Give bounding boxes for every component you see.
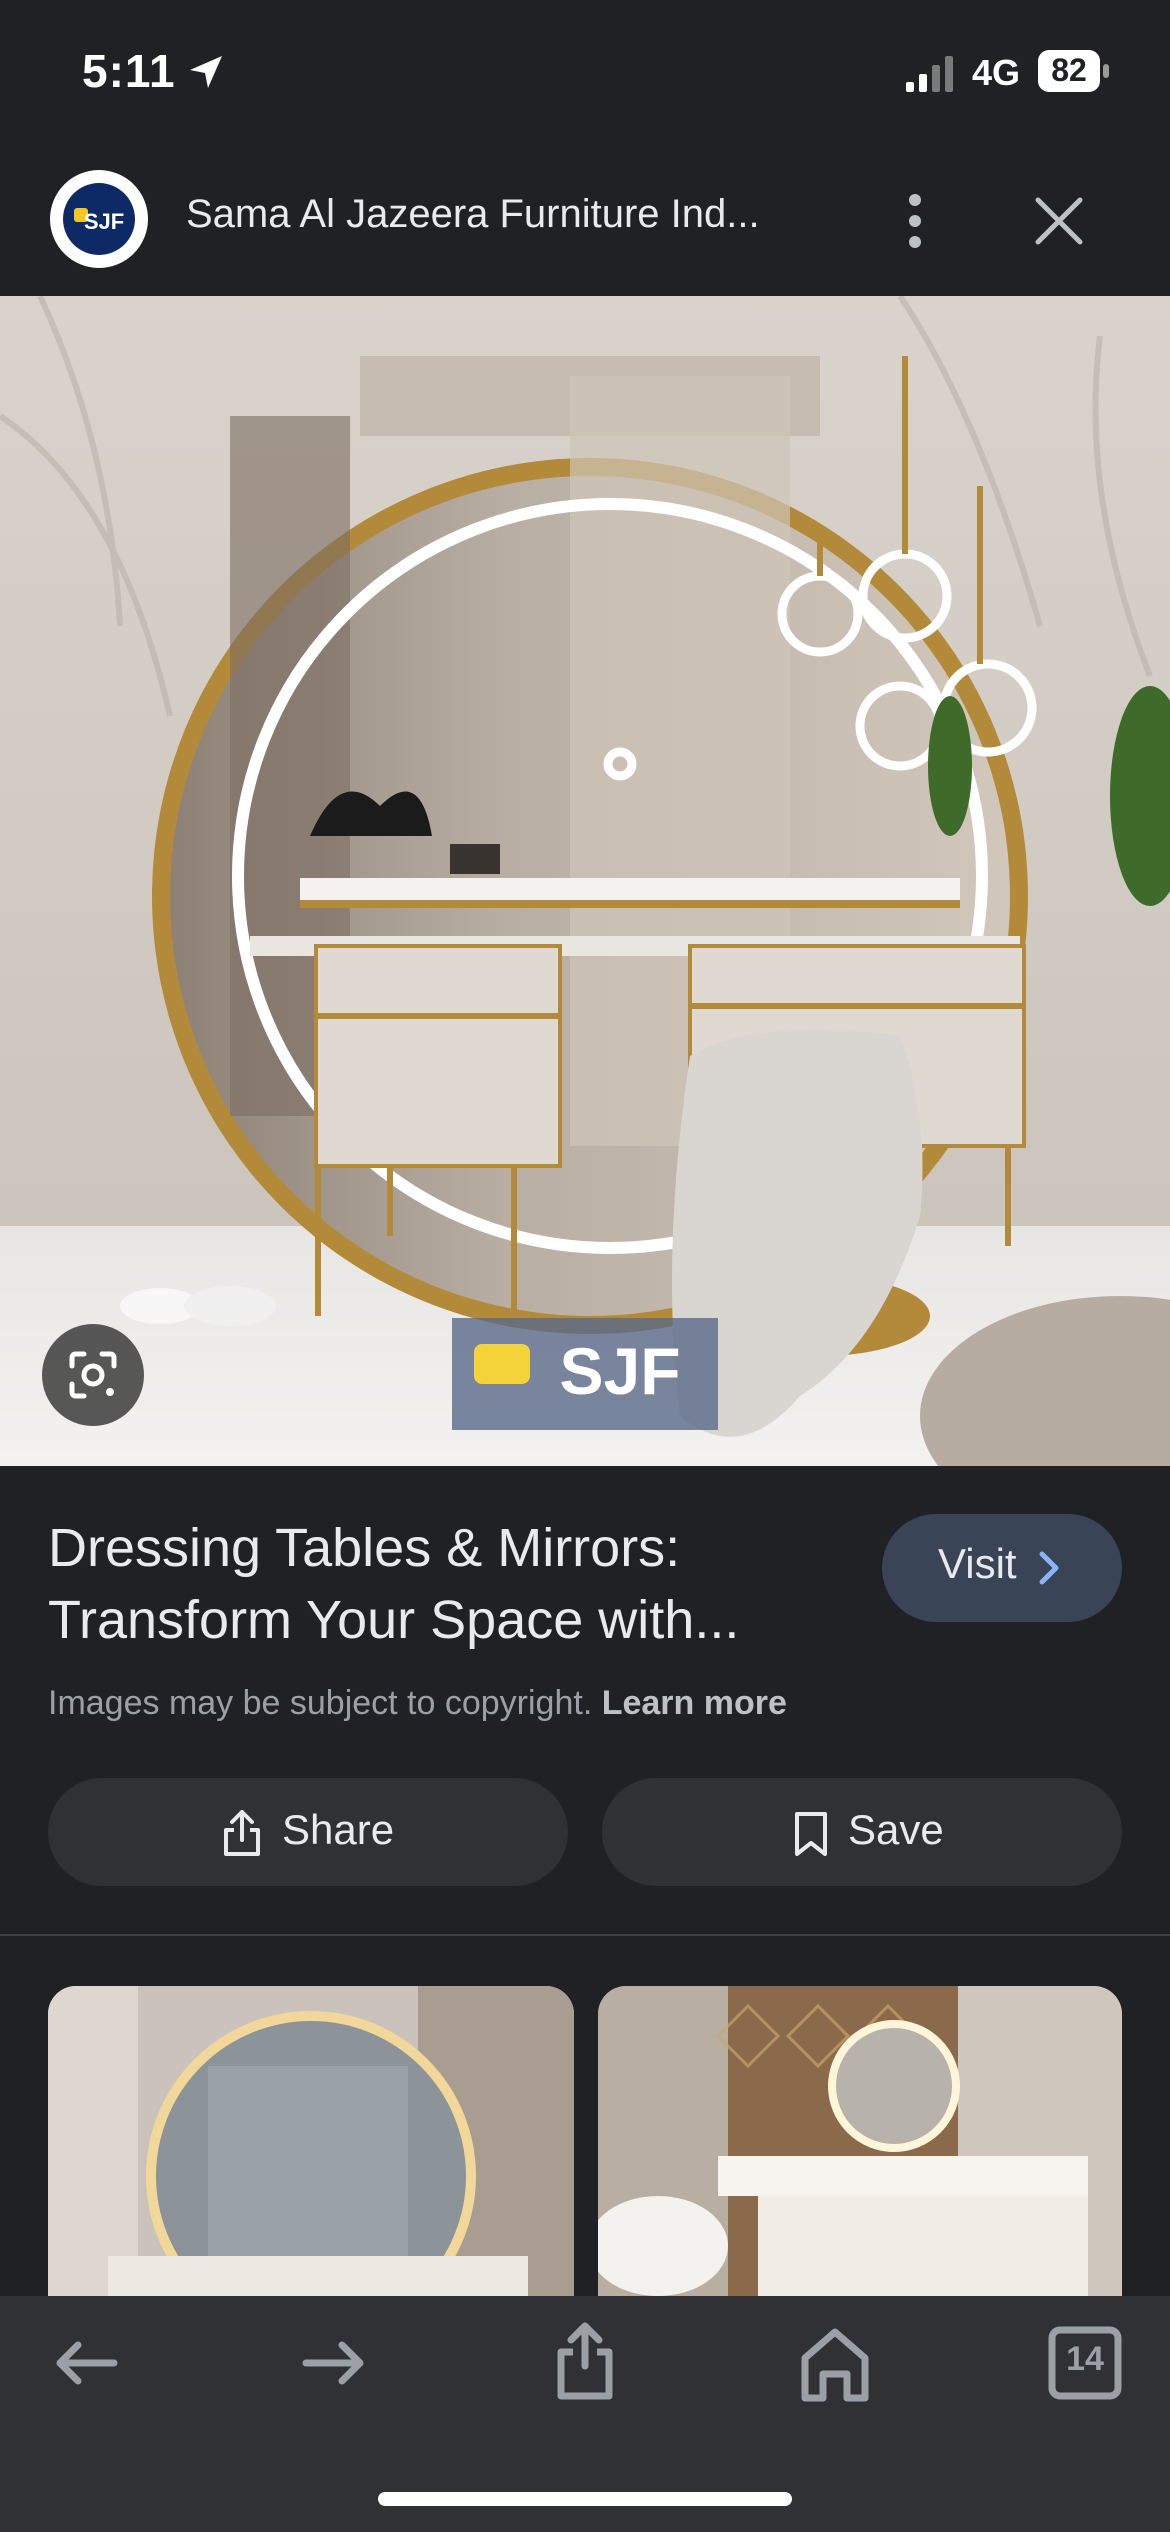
- related-image-2[interactable]: [598, 1986, 1122, 2296]
- location-arrow-icon: [190, 56, 222, 88]
- site-title[interactable]: Sama Al Jazeera Furniture Ind...: [186, 192, 760, 237]
- site-logo[interactable]: SJF: [50, 170, 148, 268]
- forward-arrow-icon[interactable]: [280, 2330, 390, 2396]
- battery-level: 82: [1051, 52, 1087, 88]
- network-type: 4G: [972, 52, 1021, 93]
- visit-label: Visit: [938, 1540, 1017, 1587]
- copyright-text: Images may be subject to copyright.: [48, 1684, 593, 1722]
- svg-text:SJF: SJF: [84, 209, 124, 234]
- back-arrow-icon[interactable]: [30, 2330, 140, 2396]
- google-lens-button[interactable]: [42, 1324, 144, 1426]
- home-icon[interactable]: [780, 2320, 890, 2406]
- section-divider: [0, 1934, 1170, 1936]
- cellular-signal-icon: [906, 56, 953, 92]
- tabs-count: 14: [1066, 2340, 1104, 2378]
- learn-more-link[interactable]: Learn more: [602, 1684, 787, 1722]
- sjf-logo-icon: SJF: [63, 183, 135, 255]
- bookmark-icon: [795, 1812, 827, 1856]
- home-indicator: [378, 2492, 792, 2506]
- vanity-table-photo: [598, 1986, 1122, 2296]
- close-icon[interactable]: [1028, 190, 1090, 252]
- share-label: Share: [282, 1806, 395, 1853]
- more-options-icon[interactable]: [884, 186, 946, 256]
- watermark-text: SJF: [559, 1334, 680, 1408]
- share-icon: [224, 1810, 260, 1856]
- main-result-image[interactable]: SJF: [0, 296, 1170, 1466]
- dressing-table-photo: SJF: [0, 296, 1170, 1466]
- share-page-icon[interactable]: [530, 2318, 640, 2406]
- copyright-notice: Images may be subject to copyright. Lear…: [48, 1684, 787, 1723]
- result-title[interactable]: Dressing Tables & Mirrors: Transform You…: [48, 1512, 828, 1656]
- related-image-1[interactable]: [48, 1986, 574, 2296]
- chevron-right-icon: [1039, 1551, 1059, 1585]
- save-label: Save: [848, 1806, 944, 1853]
- status-time: 5:11: [82, 45, 176, 97]
- lens-icon: [69, 1351, 117, 1399]
- round-mirror-photo: [48, 1986, 574, 2296]
